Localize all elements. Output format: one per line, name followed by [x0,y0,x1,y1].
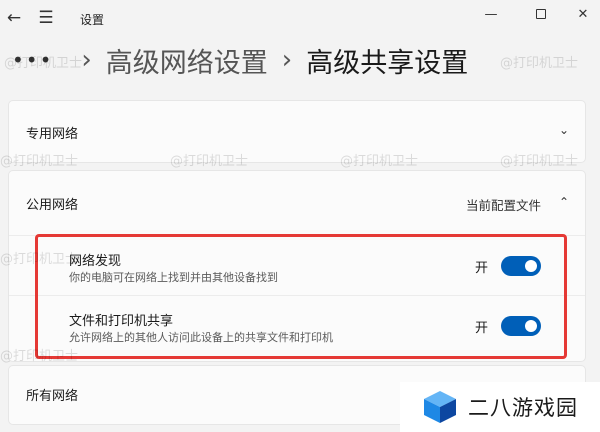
watermark-text: @打印机卫士 [0,154,79,169]
maximize-icon [536,9,546,19]
watermark-text: @打印机卫士 [170,154,249,169]
watermark-text: @打印机卫士 [340,154,419,169]
chevron-down-icon[interactable]: ⌄ [559,123,569,137]
chevron-right-icon: › [81,45,92,75]
watermark-text: @打印机卫士 [0,252,79,267]
toggle-knob [525,260,537,272]
section-label: 公用网络 [26,197,79,213]
setting-title: 文件和打印机共享 [69,314,174,329]
toggle-state-label: 开 [475,261,489,276]
watermark-text: @打印机卫士 [500,56,579,71]
app-title: 设置 [80,13,105,27]
chevron-right-icon: › [281,45,293,75]
file-printer-sharing-row: 文件和打印机共享 允许网络上的其他人访问此设备上的共享文件和打印机 开 [9,295,585,357]
current-profile-badge: 当前配置文件 [465,198,541,213]
setting-description: 你的电脑可在网络上找到并由其他设备找到 [69,271,278,284]
title-bar: ← ☰ 设置 — ✕ [0,0,600,40]
cube-logo-icon [424,391,456,423]
close-button[interactable]: ✕ [566,0,600,28]
toggle-knob [525,320,537,332]
site-logo: 二八游戏园 [400,382,600,432]
watermark-text: @打印机卫士 [0,349,79,364]
watermark-text: @打印机卫士 [4,56,83,71]
hamburger-menu-icon[interactable]: ☰ [34,6,58,30]
watermark-text: @打印机卫士 [500,154,579,169]
toggle-state-label: 开 [475,321,489,336]
back-arrow-icon[interactable]: ← [2,6,26,30]
file-printer-sharing-toggle[interactable] [501,316,541,336]
logo-text: 二八游戏园 [468,396,578,420]
public-network-section: 公用网络 当前配置文件 ⌃ 网络发现 你的电脑可在网络上找到并由其他设备找到 开… [8,170,586,362]
network-discovery-row: 网络发现 你的电脑可在网络上找到并由其他设备找到 开 [9,235,585,295]
breadcrumb-parent[interactable]: 高级网络设置 [106,41,268,80]
section-label: 专用网络 [26,127,79,142]
maximize-button[interactable] [518,0,564,28]
chevron-up-icon[interactable]: ⌃ [559,195,569,209]
minimize-button[interactable]: — [468,0,514,28]
setting-description: 允许网络上的其他人访问此设备上的共享文件和打印机 [69,331,333,344]
page-title: 高级共享设置 [306,47,469,79]
network-discovery-toggle[interactable] [501,256,541,276]
section-label: 所有网络 [26,388,79,404]
section-header[interactable]: 专用网络 [9,101,585,164]
